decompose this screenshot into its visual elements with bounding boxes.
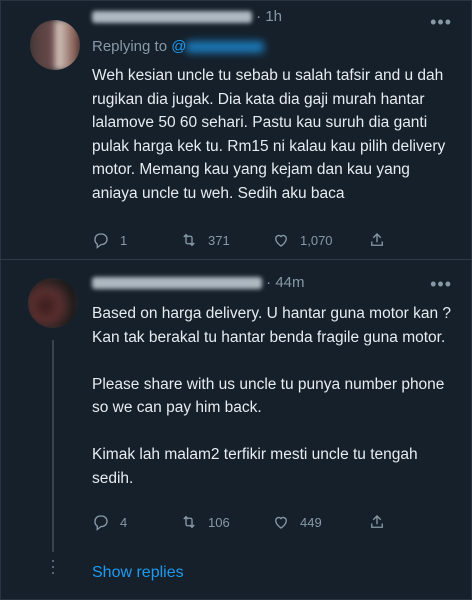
tweet-header: · 1h	[92, 8, 282, 25]
time-separator: ·	[266, 274, 272, 291]
share-icon	[371, 515, 383, 528]
more-options-icon[interactable]: •••	[430, 12, 452, 33]
retweet-button[interactable]: 106	[180, 513, 230, 531]
reply-count: 4	[120, 514, 128, 530]
redacted-username[interactable]	[92, 11, 252, 24]
thread-line	[52, 340, 54, 552]
share-icon	[371, 233, 383, 246]
reply-button[interactable]: 1	[92, 231, 127, 249]
tweet-1[interactable]: · 1h ••• Replying to @ Weh kesian uncle …	[0, 0, 472, 260]
tweet-text: Weh kesian uncle tu sebab u salah tafsir…	[92, 67, 446, 202]
tweet-actions: 1 371 1,070	[92, 231, 392, 255]
retweet-count: 106	[208, 514, 230, 530]
time-separator: ·	[256, 8, 262, 25]
like-count: 449	[300, 514, 322, 530]
reply-count: 1	[120, 232, 128, 248]
reply-icon	[94, 515, 108, 531]
like-button[interactable]: 1,070	[272, 231, 333, 249]
avatar[interactable]	[28, 278, 78, 328]
heart-icon	[275, 516, 287, 529]
tweet-2[interactable]: · 44m ••• Based on harga delivery. U han…	[0, 260, 472, 600]
redacted-username[interactable]	[92, 277, 262, 290]
thread-dots	[52, 560, 54, 578]
heart-icon	[275, 234, 287, 247]
reply-icon	[94, 233, 108, 249]
retweet-icon	[183, 233, 195, 247]
tweet-actions: 4 106 449	[92, 513, 392, 537]
tweet-text: Based on harga delivery. U hantar guna m…	[92, 305, 452, 487]
tweet-header: · 44m	[92, 274, 305, 291]
tweet-time[interactable]: 1h	[265, 8, 282, 25]
reply-button[interactable]: 4	[92, 513, 127, 531]
show-replies-link[interactable]: Show replies	[92, 564, 184, 582]
more-options-icon[interactable]: •••	[430, 274, 452, 295]
share-button[interactable]	[368, 513, 396, 531]
replying-to: Replying to @	[92, 38, 265, 55]
redacted-handle[interactable]	[186, 41, 265, 54]
retweet-count: 371	[208, 232, 230, 248]
share-button[interactable]	[368, 231, 396, 249]
tweet-time[interactable]: 44m	[275, 274, 304, 291]
retweet-button[interactable]: 371	[180, 231, 230, 249]
like-button[interactable]: 449	[272, 513, 322, 531]
avatar[interactable]	[30, 20, 80, 70]
like-count: 1,070	[300, 232, 333, 248]
retweet-icon	[183, 515, 195, 529]
replying-label: Replying to	[92, 38, 168, 55]
replying-handle[interactable]: @	[171, 38, 186, 55]
